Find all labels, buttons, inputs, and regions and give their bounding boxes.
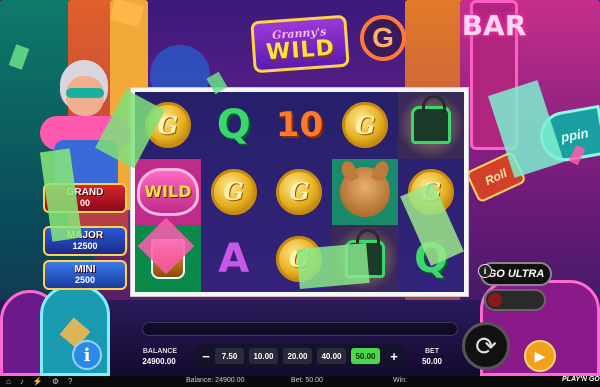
info-button[interactable]: i [72,340,102,370]
reel-cell: G [201,159,267,226]
jackpot-mini: MINI 2500 [43,260,127,290]
stake-option[interactable]: 20.00 [283,348,312,364]
balance-label: BALANCE [142,348,178,355]
coin-symbol: G [342,102,389,149]
toggle-knob [488,293,502,307]
ten-symbol: 10 [275,105,324,146]
coin-symbol: G [276,168,323,215]
bet-value: 50.00 [421,357,443,366]
stake-option[interactable]: 7.50 [215,348,244,364]
speed-icon[interactable]: ⚡ [33,377,43,386]
dog-symbol [340,166,391,217]
settings-icon[interactable]: ⚙ [52,377,59,386]
confetti [296,243,370,289]
q-symbol: Q [216,102,251,149]
balance-value: 24900.00 [142,357,176,366]
reel-cell: G [332,92,398,159]
reel-cell [398,92,464,159]
jackpot-value: 00 [79,198,90,208]
stake-option[interactable]: 10.00 [249,348,278,364]
decrease-stake-button[interactable]: − [199,348,213,364]
sound-icon[interactable]: ♪ [20,377,24,386]
stake-option[interactable]: 40.00 [317,348,346,364]
a-symbol: A [218,235,250,282]
bet-label: BET [425,348,439,355]
brand-logo: PLAY'N GO [562,376,600,383]
jackpot-value: 2500 [74,275,96,285]
status-win: Win: [393,377,407,384]
wild-symbol: WILD [136,167,199,216]
granny-glasses [66,88,104,98]
reel-cell: WILD [135,158,201,226]
reel-cell: 10 [267,92,333,159]
play-icon: ▶ [534,347,546,364]
help-icon[interactable]: ? [68,377,72,386]
jackpot-value: 12500 [72,241,98,251]
reel-cell: A [201,225,267,292]
increase-stake-button[interactable]: + [387,348,401,364]
go-ultra-text: GO ULTRA [487,268,545,280]
home-icon[interactable]: ⌂ [6,377,11,386]
status-icons: ⌂ ♪ ⚡ ⚙ ? [6,377,72,386]
stake-selector: − 7.50 10.00 20.00 40.00 50.00 + [193,344,407,368]
game-logo: Granny's WILD [250,14,350,74]
status-bet: Bet: 50.00 [291,377,323,384]
go-ultra-toggle[interactable] [484,289,546,311]
go-ultra-info-icon[interactable]: i [478,264,492,278]
reel-cell: G [267,159,333,226]
status-bar: ⌂ ♪ ⚡ ⚙ ? Balance: 24900.00 Bet: 50.00 W… [0,376,600,387]
coin-symbol: G [210,168,257,215]
spin-icon: ⟳ [475,330,497,361]
circle-neon-sign: G [360,15,406,61]
reel-cell [332,158,399,226]
stake-option[interactable]: 50.00 [351,348,380,364]
handbag-symbol [411,95,452,145]
jackpot-label: MINI [74,264,96,275]
bar-sign-text: BAR [461,9,527,42]
autoplay-button[interactable]: ▶ [524,340,556,372]
progress-track [142,322,458,336]
spin-button[interactable]: ⟳ [462,322,510,370]
status-balance: Balance: 24900.00 [186,377,245,384]
logo-main-text: WILD [265,35,336,65]
reel-cell: Q [201,92,267,159]
